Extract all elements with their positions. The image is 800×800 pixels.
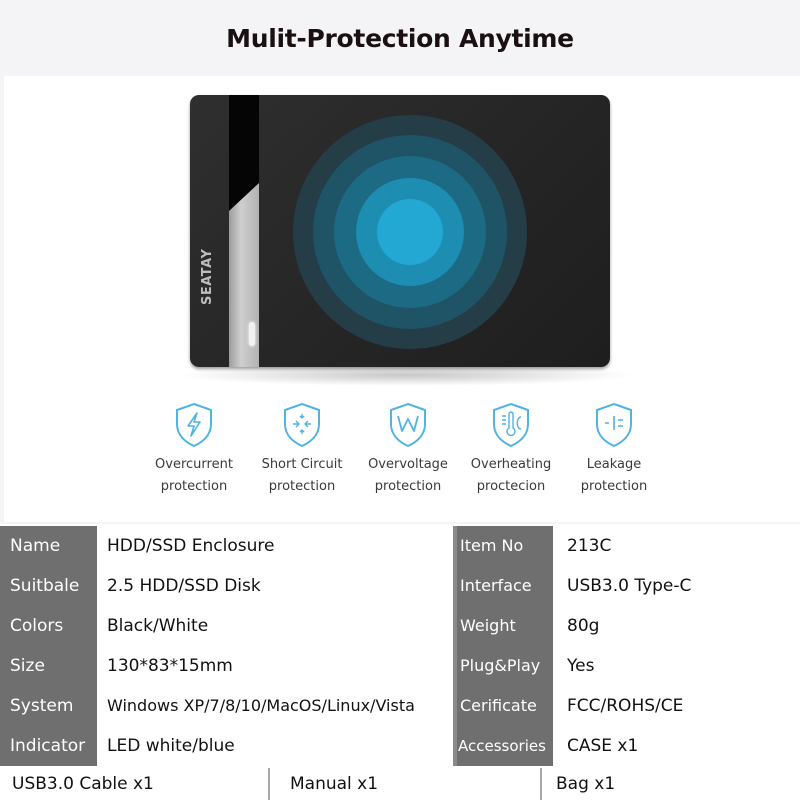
leakage-shield-icon [596,402,632,448]
spec-row: Colors Black/White Weight 80g [0,606,800,646]
feature-sublabel: protection [268,479,336,494]
spec-label: Weight [457,606,553,646]
spec-label: Interface [457,566,553,606]
feature-leakage: Leakage protection [559,402,669,497]
feature-label: Overheating [470,457,552,472]
spec-label: Indicator [0,726,97,766]
spec-value: 213C [553,526,800,566]
spec-value: LED white/blue [97,726,453,766]
feature-short-circuit: Short Circuit protection [247,402,357,497]
feature-overcurrent: Overcurrent protection [139,402,249,497]
spec-value: 2.5 HDD/SSD Disk [97,566,453,606]
feature-sublabel: protection [580,479,648,494]
spec-value: USB3.0 Type-C [553,566,800,606]
feature-label: Short Circuit [261,457,343,472]
short-circuit-shield-icon [284,402,320,448]
lightning-shield-icon [176,402,212,448]
ripple-ring-center [377,199,443,265]
spec-label: Item No [457,526,553,566]
spec-label: Suitbale [0,566,97,606]
spec-label: System [0,686,97,726]
feature-label: Leakage [586,457,642,472]
spec-value: 130*83*15mm [97,646,453,686]
spec-value: FCC/ROHS/CE [553,686,800,726]
spec-value: 80g [553,606,800,646]
feature-sublabel: proctecion [476,479,546,494]
spec-value: HDD/SSD Enclosure [97,526,453,566]
device-shadow [176,364,636,386]
feature-label: Overcurrent [155,457,233,472]
thermometer-shield-icon [493,402,529,448]
spec-row: System Windows XP/7/8/10/MacOS/Linux/Vis… [0,686,800,726]
spec-row: Suitbale 2.5 HDD/SSD Disk Interface USB3… [0,566,800,606]
accessory-item: Manual x1 [272,768,542,800]
feature-overvoltage: Overvoltage protection [353,402,463,497]
feature-sublabel: protection [160,479,228,494]
product-image-enclosure: SEATAY [190,95,610,367]
spec-label: Colors [0,606,97,646]
voltage-shield-icon [390,402,426,448]
spec-label: Name [0,526,97,566]
spec-label: Plug&Play [457,646,553,686]
spec-label: Size [0,646,97,686]
spec-row: Size 130*83*15mm Plug&Play Yes [0,646,800,686]
brand-logo: SEATAY [200,248,215,305]
led-indicator [249,322,255,346]
product-page: Mulit-Protection Anytime SEATAY Overcurr… [0,0,800,800]
spec-label: Cerificate [457,686,553,726]
spec-label: Accessories [457,726,553,766]
spec-value: Black/White [97,606,453,646]
spec-table: Name HDD/SSD Enclosure Item No 213C Suit… [0,524,800,800]
feature-overheating: Overheating proctecion [456,402,566,497]
feature-sublabel: protection [374,479,442,494]
feature-label: Overvoltage [368,457,448,472]
accessory-item: USB3.0 Cable x1 [0,768,270,800]
spec-row: Indicator LED white/blue Accessories CAS… [0,726,800,766]
page-title: Mulit-Protection Anytime [226,24,574,53]
spec-row: Name HDD/SSD Enclosure Item No 213C [0,526,800,566]
spec-value: CASE x1 [553,726,800,766]
accessory-item: Bag x1 [544,768,800,800]
spec-value: Yes [553,646,800,686]
spec-value: Windows XP/7/8/10/MacOS/Linux/Vista [97,686,453,726]
